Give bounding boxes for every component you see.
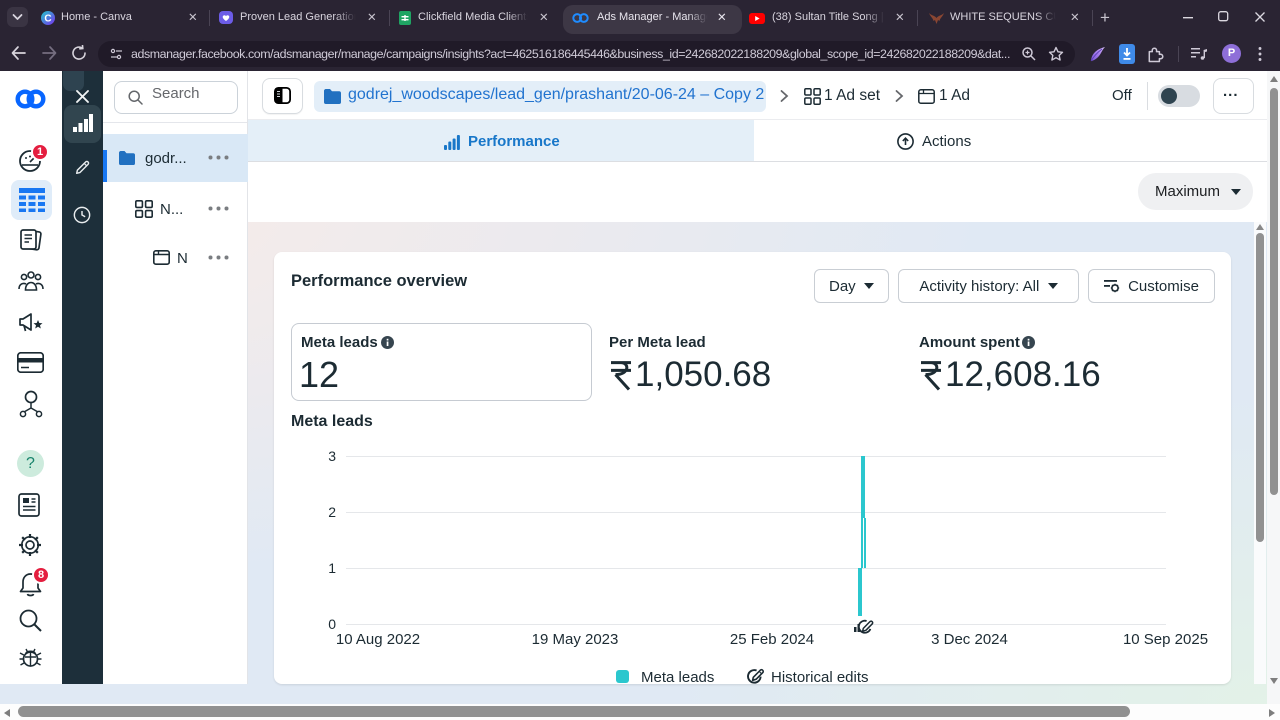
svg-text:C: C [44, 14, 51, 25]
